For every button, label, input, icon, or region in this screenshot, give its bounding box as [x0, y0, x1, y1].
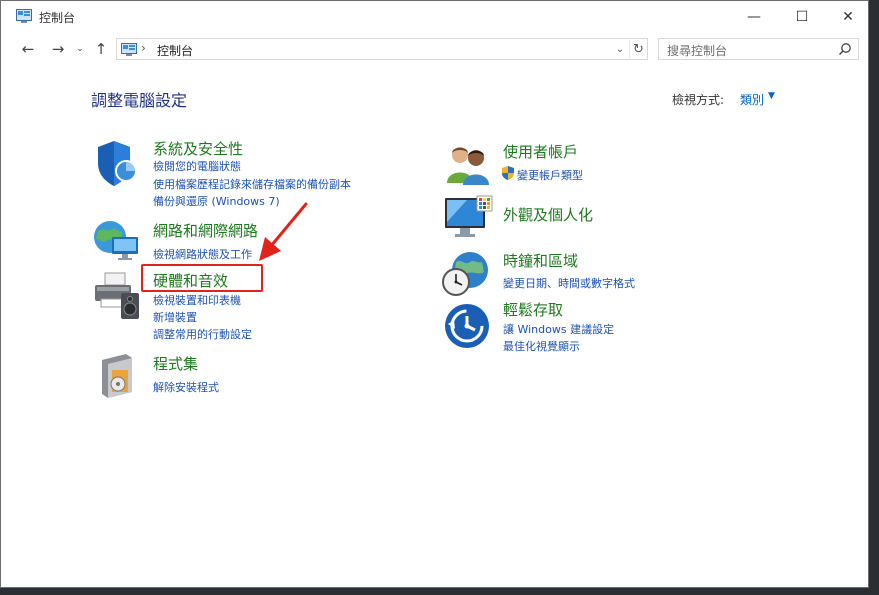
monitor-icon[interactable]	[443, 194, 493, 240]
link-review-status[interactable]: 檢閱您的電腦狀態	[153, 158, 241, 174]
printer-icon[interactable]	[93, 271, 141, 321]
link-optimize-visual-display[interactable]: 最佳化視覺顯示	[503, 338, 580, 354]
navigation-bar: ← → ⌄ ↑ › 控制台 ⌄ ↻ 搜尋控制台	[1, 37, 868, 61]
ease-of-access-icon[interactable]	[444, 303, 490, 349]
window-title: 控制台	[39, 11, 76, 25]
link-network-status[interactable]: 檢視網路狀態及工作	[153, 246, 252, 262]
link-mobility-settings[interactable]: 調整常用的行動設定	[153, 326, 252, 342]
control-panel-window: 控制台 — ☐ ✕ ← → ⌄ ↑ › 控制台 ⌄ ↻ 搜尋控制台 調整電腦設定…	[0, 0, 869, 588]
search-icon[interactable]	[838, 42, 852, 56]
breadcrumb-control-panel[interactable]: 控制台	[157, 42, 193, 59]
network-icon[interactable]	[92, 217, 142, 263]
chevron-down-icon[interactable]: ▼	[768, 91, 775, 101]
link-uninstall-program[interactable]: 解除安裝程式	[153, 379, 219, 395]
link-change-date-time-format[interactable]: 變更日期、時間或數字格式	[503, 275, 635, 291]
programs-icon[interactable]	[98, 352, 136, 398]
view-by-dropdown[interactable]: 類別	[740, 91, 764, 108]
close-button[interactable]: ✕	[825, 1, 871, 33]
link-change-account-type[interactable]: 變更帳戶類型	[517, 167, 583, 183]
category-user-accounts[interactable]: 使用者帳戶	[503, 141, 578, 162]
up-button[interactable]: ↑	[91, 37, 111, 61]
minimize-button[interactable]: —	[731, 1, 777, 33]
category-network-internet[interactable]: 網路和網際網路	[153, 220, 258, 241]
search-placeholder: 搜尋控制台	[667, 44, 728, 58]
link-add-device[interactable]: 新增裝置	[153, 309, 197, 325]
view-by-label: 檢視方式:	[672, 93, 725, 107]
link-devices-printers[interactable]: 檢視裝置和印表機	[153, 292, 241, 308]
highlight-box	[141, 264, 263, 292]
chevron-down-icon[interactable]: ⌄	[613, 41, 627, 57]
recent-locations-button[interactable]: ⌄	[73, 37, 87, 61]
link-file-history[interactable]: 使用檔案歷程記錄來儲存檔案的備份副本	[153, 176, 351, 192]
category-clock-region[interactable]: 時鐘和區域	[503, 250, 578, 271]
shield-icon[interactable]	[94, 139, 140, 187]
back-button[interactable]: ←	[17, 37, 39, 61]
maximize-button[interactable]: ☐	[779, 1, 825, 33]
page-title: 調整電腦設定	[91, 91, 188, 110]
users-icon[interactable]	[445, 143, 491, 185]
category-appearance-personalization[interactable]: 外觀及個人化	[503, 204, 593, 225]
address-bar[interactable]: › 控制台 ⌄ ↻	[116, 38, 648, 60]
title-bar: 控制台 — ☐ ✕	[1, 1, 868, 33]
category-programs[interactable]: 程式集	[153, 353, 198, 374]
search-input[interactable]: 搜尋控制台	[658, 38, 859, 60]
uac-shield-icon	[502, 166, 514, 180]
category-system-security[interactable]: 系統及安全性	[153, 138, 243, 159]
control-panel-icon	[16, 9, 32, 23]
breadcrumb-separator[interactable]: ›	[141, 41, 146, 55]
forward-button[interactable]: →	[47, 37, 69, 61]
control-panel-icon	[121, 43, 137, 56]
category-ease-of-access[interactable]: 輕鬆存取	[503, 299, 563, 320]
globe-clock-icon[interactable]	[442, 250, 492, 298]
annotation-arrow-icon	[259, 202, 308, 261]
link-windows-suggest-settings[interactable]: 讓 Windows 建議設定	[503, 321, 614, 337]
refresh-button[interactable]: ↻	[629, 40, 647, 58]
